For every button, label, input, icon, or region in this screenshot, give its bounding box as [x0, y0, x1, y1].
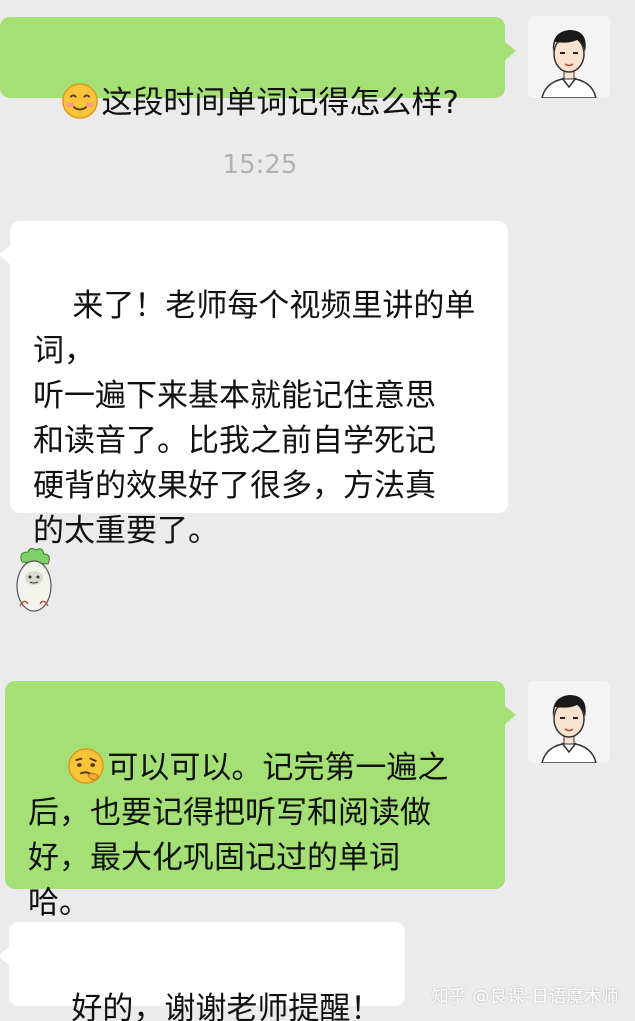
cabbage-head-sticker-icon[interactable]	[10, 548, 58, 618]
watermark: 知乎 @良课-日语魔术师	[431, 987, 619, 1007]
outgoing-message-bubble[interactable]: 可以可以。记完第一遍之 后，也要记得把听写和阅读做 好，最大化巩固记过的单词 哈…	[5, 681, 516, 921]
teacher-portrait-icon	[528, 681, 610, 763]
incoming-message-bubble[interactable]: 来了！老师每个视频里讲的单 词， 听一遍下来基本就能记住意思 和读音了。比我之前…	[0, 221, 508, 549]
message-text: 来了！老师每个视频里讲的单 词， 听一遍下来基本就能记住意思 和读音了。比我之前…	[33, 288, 476, 549]
message-text: 好的，谢谢老师提醒！	[71, 991, 382, 1021]
message-timestamp: 15:25	[222, 150, 298, 180]
smiling-blush-emoji-icon	[62, 83, 99, 119]
incoming-message-bubble[interactable]: 好的，谢谢老师提醒！	[0, 922, 405, 1021]
teacher-portrait-icon	[528, 16, 610, 98]
thinking-emoji-icon	[68, 748, 105, 784]
teacher-avatar[interactable]	[528, 16, 610, 98]
teacher-avatar[interactable]	[528, 681, 610, 763]
chat-window: 这段时间单词记得怎么样? 15:25 来了！老师每个视频里讲的单 词， 听一遍下…	[0, 0, 635, 1021]
message-text: 这段时间单词记得怎么样?	[101, 85, 459, 121]
outgoing-message-bubble[interactable]: 这段时间单词记得怎么样?	[0, 17, 516, 121]
